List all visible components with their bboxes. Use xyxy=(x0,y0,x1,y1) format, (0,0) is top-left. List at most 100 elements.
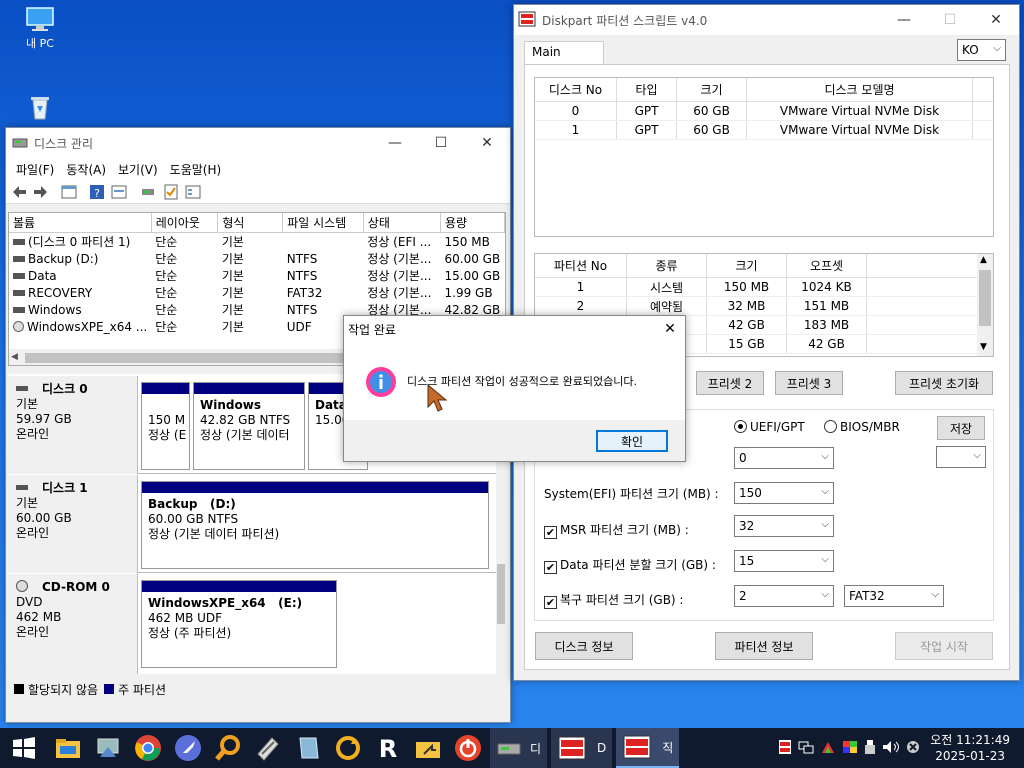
desktop-icon-recycle-bin[interactable] xyxy=(8,94,72,123)
flag-icon[interactable] xyxy=(820,740,836,757)
bios-radio[interactable]: BIOS/MBR xyxy=(824,420,900,434)
col-header[interactable]: 오프셋 xyxy=(787,254,867,277)
recovery-size-select[interactable]: 2 ⌵ xyxy=(734,585,834,607)
scroll-down-icon[interactable]: ▼ xyxy=(980,342,987,352)
close-icon[interactable]: ✕ xyxy=(464,128,510,158)
back-arrow-icon[interactable] xyxy=(10,183,28,201)
disk-0-label[interactable]: 디스크 0 기본 59.97 GB 온라인 xyxy=(8,376,138,474)
ok-button[interactable]: 확인 xyxy=(596,430,668,452)
col-header[interactable]: 파티션 No xyxy=(535,254,627,277)
clock[interactable]: 오전 11:21:49 2025-01-23 xyxy=(930,732,1010,764)
disk-select[interactable]: 0 ⌵ xyxy=(734,447,834,469)
help-icon[interactable]: ? xyxy=(88,183,106,201)
col-header[interactable]: 종류 xyxy=(627,254,707,277)
table-row[interactable]: (디스크 0 파티션 1) 단순 기본 정상 (EFI ... 150 MB xyxy=(9,233,505,251)
tray-diskpart-icon[interactable] xyxy=(778,739,792,758)
power-icon[interactable] xyxy=(448,728,488,768)
col-header[interactable]: 디스크 모델명 xyxy=(747,78,973,101)
partition-info-button[interactable]: 파티션 정보 xyxy=(715,632,813,660)
menu-action[interactable]: 동작(A) xyxy=(60,161,112,178)
col-header[interactable]: 크기 xyxy=(707,254,787,277)
col-header[interactable]: 볼륨 xyxy=(9,213,152,233)
col-header[interactable]: 상태 xyxy=(363,213,442,233)
minimize-icon[interactable]: — xyxy=(881,5,927,35)
disk-1-label[interactable]: 디스크 1 기본 60.00 GB 온라인 xyxy=(8,475,138,573)
scrollbar-thumb[interactable] xyxy=(25,353,355,363)
col-header[interactable]: 형식 xyxy=(217,213,284,233)
forward-arrow-icon[interactable] xyxy=(32,183,50,201)
preset-2-button[interactable]: 프리셋 2 xyxy=(696,371,764,395)
menu-help[interactable]: 도움말(H) xyxy=(164,161,228,178)
mute-icon[interactable] xyxy=(906,740,920,757)
color-palette-icon[interactable] xyxy=(842,740,858,757)
volume-icon[interactable] xyxy=(882,740,900,757)
disk-info-button[interactable]: 디스크 정보 xyxy=(535,632,633,660)
cdrom-0-label[interactable]: CD-ROM 0 DVD 462 MB 온라인 xyxy=(8,574,138,674)
desktop-icon-my-pc[interactable]: 내 PC xyxy=(8,6,72,51)
partition-cdrom[interactable]: WindowsXPE_x64 (E:) 462 MB UDF 정상 (주 파티션… xyxy=(141,580,337,668)
scrollbar-thumb[interactable] xyxy=(979,270,991,326)
tab-main[interactable]: Main xyxy=(524,41,604,65)
sync-icon[interactable] xyxy=(328,728,368,768)
vertical-scrollbar[interactable]: ▲ ▼ xyxy=(977,254,993,356)
col-header[interactable]: 레이아웃 xyxy=(151,213,219,233)
scroll-up-icon[interactable]: ▲ xyxy=(980,255,987,265)
notes-icon[interactable] xyxy=(288,728,328,768)
taskbar-app-diskpart-active[interactable]: 직 xyxy=(616,728,680,768)
table-row[interactable]: Backup (D:) 단순 기본 NTFS 정상 (기본... 60.00 G… xyxy=(9,250,505,267)
connect-icon[interactable] xyxy=(140,183,158,201)
table-row[interactable]: 1 GPT 60 GB VMware Virtual NVMe Disk xyxy=(535,121,993,140)
scrollbar-thumb[interactable] xyxy=(497,564,505,624)
rocket-icon[interactable] xyxy=(168,728,208,768)
language-select[interactable]: KO ⌵ xyxy=(957,39,1006,61)
taskbar-app-diskmgmt[interactable]: 디 xyxy=(490,728,548,768)
table-row[interactable]: 0 GPT 60 GB VMware Virtual NVMe Disk xyxy=(535,102,993,121)
check-icon[interactable] xyxy=(162,183,180,201)
start-button[interactable] xyxy=(0,728,48,768)
maximize-icon[interactable]: ☐ xyxy=(927,5,973,35)
msr-size-checkbox[interactable]: ✔ MSR 파티션 크기 (MB) : xyxy=(544,521,689,539)
col-header[interactable]: 타입 xyxy=(617,78,677,101)
col-header[interactable]: 크기 xyxy=(677,78,747,101)
partition-backup[interactable]: Backup (D:) 60.00 GB NTFS 정상 (기본 데이터 파티션… xyxy=(141,481,489,569)
save-button[interactable]: 저장 xyxy=(937,416,985,440)
properties-icon[interactable] xyxy=(110,183,128,201)
file-explorer-icon[interactable] xyxy=(48,728,88,768)
dialog-title-bar[interactable]: 작업 완료 ✕ xyxy=(344,316,685,342)
close-icon[interactable]: ✕ xyxy=(655,321,685,337)
title-bar[interactable]: 디스크 관리 — ☐ ✕ xyxy=(6,128,510,158)
partition-windows[interactable]: Windows 42.82 GB NTFS 정상 (기본 데이터 xyxy=(193,382,305,470)
data-size-select[interactable]: 15 ⌵ xyxy=(734,550,834,572)
extra-select[interactable]: ⌵ xyxy=(936,446,986,468)
title-bar[interactable]: Diskpart 파티션 스크립트 v4.0 — ☐ ✕ xyxy=(514,5,1019,35)
col-header[interactable]: 디스크 No xyxy=(535,78,617,101)
recovery-size-checkbox[interactable]: ✔ 복구 파티션 크기 (GB) : xyxy=(544,591,683,609)
table-row[interactable]: 2 예약됨 32 MB 151 MB xyxy=(535,297,993,316)
col-header[interactable]: 용량 xyxy=(440,213,505,233)
maximize-icon[interactable]: ☐ xyxy=(418,128,464,158)
scroll-left-icon[interactable]: ◀ xyxy=(11,352,18,362)
preset-reset-button[interactable]: 프리셋 초기화 xyxy=(895,371,993,395)
menu-view[interactable]: 보기(V) xyxy=(112,161,164,178)
start-button[interactable]: 작업 시작 xyxy=(895,632,993,660)
table-row[interactable]: 1 시스템 150 MB 1024 KB xyxy=(535,278,993,297)
arrow-folder-icon[interactable] xyxy=(408,728,448,768)
console-tree-icon[interactable] xyxy=(60,183,78,201)
usb-icon[interactable] xyxy=(864,739,876,758)
partition-efi[interactable]: 150 M 정상 (E xyxy=(141,382,190,470)
msr-size-select[interactable]: 32 ⌵ xyxy=(734,515,834,537)
chrome-icon[interactable] xyxy=(128,728,168,768)
close-icon[interactable]: ✕ xyxy=(973,5,1019,35)
search-icon[interactable] xyxy=(208,728,248,768)
recovery-fs-select[interactable]: FAT32 ⌵ xyxy=(844,585,944,607)
data-size-checkbox[interactable]: ✔ Data 파티션 분할 크기 (GB) : xyxy=(544,556,716,574)
taskbar-app-diskpart-d[interactable]: D xyxy=(551,728,613,768)
col-header[interactable]: 파일 시스템 xyxy=(282,213,364,233)
table-row[interactable]: Data 단순 기본 NTFS 정상 (기본... 15.00 GB xyxy=(9,267,505,284)
r-app-icon[interactable]: R xyxy=(368,728,408,768)
table-row[interactable]: RECOVERY 단순 기본 FAT32 정상 (기본... 1.99 GB xyxy=(9,284,505,301)
efi-size-select[interactable]: 150 ⌵ xyxy=(734,482,834,504)
tools-icon[interactable] xyxy=(248,728,288,768)
settings-list-icon[interactable] xyxy=(184,183,202,201)
computer-manage-icon[interactable] xyxy=(88,728,128,768)
